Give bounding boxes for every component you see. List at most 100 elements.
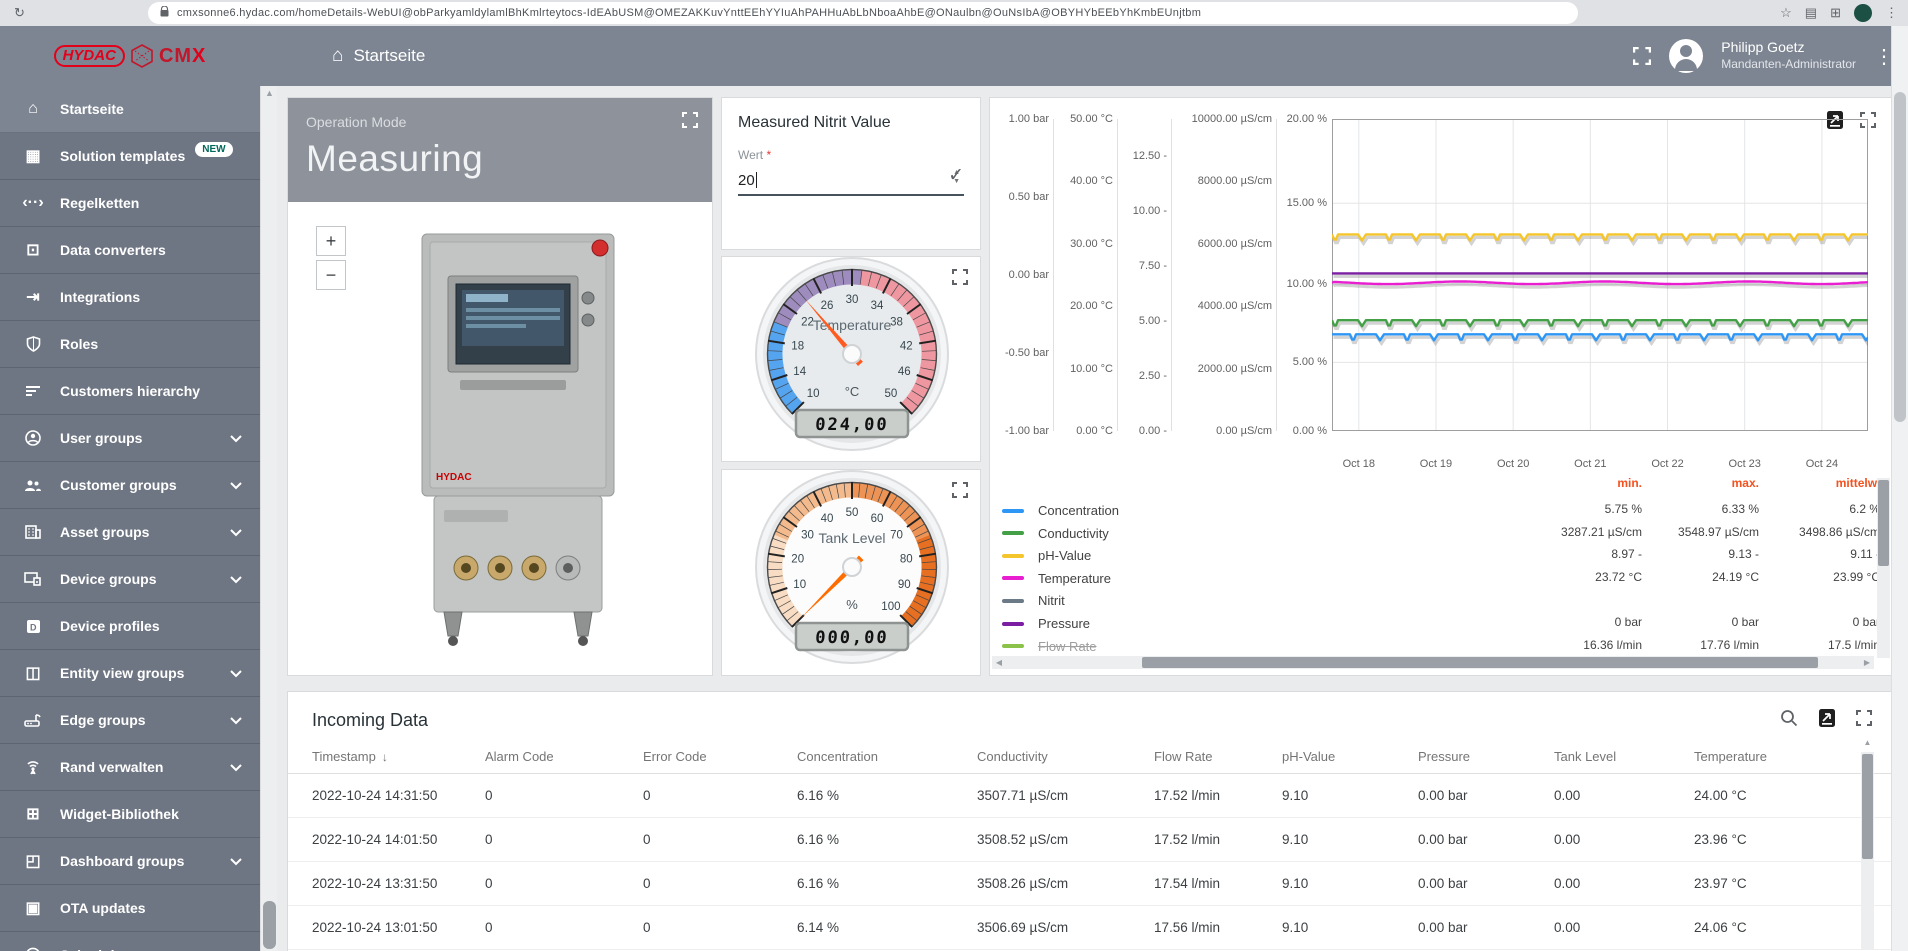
sidebar-item-label: Solution templates: [60, 148, 185, 164]
sidebar-item-device-profiles[interactable]: DDevice profiles: [0, 603, 260, 650]
browser-profile-avatar[interactable]: [1854, 4, 1872, 22]
table-title: Incoming Data: [288, 692, 1892, 731]
column-header-alarm-code[interactable]: Alarm Code: [485, 749, 643, 764]
sidebar-item-customer-groups[interactable]: Customer groups: [0, 462, 260, 509]
column-header-flow-rate[interactable]: Flow Rate: [1154, 749, 1282, 764]
side-panel-icon[interactable]: ▤: [1805, 5, 1817, 21]
axis-line: [1276, 119, 1277, 431]
address-bar[interactable]: cmxsonne6.hydac.com/homeDetails-WebUI@ob…: [148, 2, 1578, 24]
sidebar-item-customers-hierarchy[interactable]: Customers hierarchy: [0, 368, 260, 415]
table-row[interactable]: 2022-10-24 13:01:50006.14 %3506.69 µS/cm…: [288, 906, 1892, 950]
text-caret: [756, 172, 757, 188]
column-header-error-code[interactable]: Error Code: [643, 749, 797, 764]
table-scroll-up[interactable]: ▲: [1861, 738, 1874, 747]
sidebar-item-roles[interactable]: Roles: [0, 321, 260, 368]
gauge-fullscreen-icon[interactable]: [952, 482, 968, 503]
lock-icon: [160, 4, 169, 22]
fullscreen-icon[interactable]: [1633, 47, 1651, 65]
sidebar-item-regelketten[interactable]: ‹··›Regelketten: [0, 180, 260, 227]
home-icon: ⌂: [22, 100, 44, 118]
table-fullscreen-icon[interactable]: [1856, 710, 1872, 731]
legend-scroll-thumb[interactable]: [1878, 480, 1889, 566]
svg-text:42: 42: [900, 340, 913, 352]
column-header-timestamp[interactable]: Timestamp↓: [312, 749, 485, 764]
column-header-concentration[interactable]: Concentration: [797, 749, 977, 764]
legend-item-pressure[interactable]: Pressure: [1002, 616, 1090, 631]
axis-tick-label: 10.00 %: [1287, 278, 1327, 290]
sidebar-item-widget-bibliothek[interactable]: ⊞Widget-Bibliothek: [0, 791, 260, 838]
page-scrollbar[interactable]: [1891, 26, 1908, 951]
scroll-up-arrow[interactable]: ▲: [261, 86, 278, 100]
sidebar-item-entity-view-groups[interactable]: ◫Entity view groups: [0, 650, 260, 697]
table-export-icon[interactable]: [1818, 708, 1836, 733]
scroll-left-arrow[interactable]: ◀: [992, 658, 1006, 667]
sidebar-item-device-groups[interactable]: Device groups: [0, 556, 260, 603]
chart-horizontal-scrollbar[interactable]: ◀ ▶: [992, 656, 1874, 669]
operation-mode-fullscreen-icon[interactable]: [682, 112, 698, 133]
legend-item-conductivity[interactable]: Conductivity: [1002, 526, 1109, 541]
sidebar-item-label: OTA updates: [60, 900, 146, 916]
table-cell: 0: [643, 876, 797, 891]
legend-item-temperature[interactable]: Temperature: [1002, 571, 1111, 586]
table-header-row: Timestamp↓Alarm CodeError CodeConcentrat…: [288, 739, 1892, 774]
legend-item-ph-value[interactable]: pH-Value: [1002, 548, 1091, 563]
url-text: cmxsonne6.hydac.com/homeDetails-WebUI@ob…: [177, 7, 1201, 19]
table-row[interactable]: 2022-10-24 13:31:50006.16 %3508.26 µS/cm…: [288, 862, 1892, 906]
column-header-pressure[interactable]: Pressure: [1418, 749, 1554, 764]
sidebar-item-edge-groups[interactable]: Edge groups: [0, 697, 260, 744]
wert-input[interactable]: 20 ▲▼: [738, 166, 964, 196]
stat-value: 24.19 °C: [1639, 570, 1759, 584]
sidebar-item-data-converters[interactable]: ⊡Data converters: [0, 227, 260, 274]
legend-label: Nitrit: [1038, 593, 1065, 608]
stat-value: 3548.97 µS/cm: [1639, 525, 1759, 539]
sidebar-item-asset-groups[interactable]: Asset groups: [0, 509, 260, 556]
browser-nav-icons[interactable]: ↻: [14, 5, 25, 21]
gauge-fullscreen-icon[interactable]: [952, 269, 968, 290]
table-row[interactable]: 2022-10-24 14:31:50006.16 %3507.71 µS/cm…: [288, 774, 1892, 818]
zoom-in-button[interactable]: +: [316, 226, 346, 256]
sidebar-item-rand-verwalten[interactable]: Rand verwalten: [0, 744, 260, 791]
chart-plot[interactable]: [1332, 119, 1868, 459]
legend-item-concentration[interactable]: Concentration: [1002, 503, 1119, 518]
page-scroll-thumb[interactable]: [1894, 92, 1906, 422]
sidebar-item-solution-templates[interactable]: ▦Solution templatesNEW: [0, 133, 260, 180]
hscroll-thumb[interactable]: [1142, 657, 1818, 668]
svg-text:30: 30: [801, 530, 814, 542]
table-cell: 17.52 l/min: [1154, 788, 1282, 803]
table-cell: 3507.71 µS/cm: [977, 788, 1154, 803]
svg-text:Temperature: Temperature: [813, 317, 892, 333]
extensions-icon[interactable]: ⊞: [1830, 5, 1841, 21]
router-icon: [22, 713, 44, 727]
sidebar-scrollbar[interactable]: ▲: [260, 86, 278, 951]
avatar[interactable]: [1669, 39, 1703, 73]
table-cell: 17.54 l/min: [1154, 876, 1282, 891]
table-cell: 0.00: [1554, 920, 1694, 935]
scroll-right-arrow[interactable]: ▶: [1860, 658, 1874, 667]
stat-value: 9.11 -: [1760, 547, 1880, 561]
column-header-conductivity[interactable]: Conductivity: [977, 749, 1154, 764]
breadcrumb[interactable]: ⌂ Startseite: [332, 45, 425, 67]
legend-item-nitrit[interactable]: Nitrit: [1002, 593, 1065, 608]
legend-label: Conductivity: [1038, 526, 1109, 541]
legend-item-flow-rate[interactable]: Flow Rate: [1002, 639, 1097, 654]
column-header-ph-value[interactable]: pH-Value: [1282, 749, 1418, 764]
browser-menu-icon[interactable]: ⋮: [1885, 5, 1898, 21]
legend-vertical-scrollbar[interactable]: [1877, 478, 1890, 658]
reload-icon[interactable]: ↻: [14, 5, 25, 21]
table-row[interactable]: 2022-10-24 14:01:50006.16 %3508.52 µS/cm…: [288, 818, 1892, 862]
sidebar-item-dashboard-groups[interactable]: ◰Dashboard groups: [0, 838, 260, 885]
sidebar-item-startseite[interactable]: ⌂Startseite: [0, 86, 260, 133]
sidebar-item-integrations[interactable]: ⇥Integrations: [0, 274, 260, 321]
table-vertical-scrollbar[interactable]: ▲: [1861, 752, 1874, 950]
table-cell: 9.10: [1282, 876, 1418, 891]
bookmark-star-icon[interactable]: ☆: [1780, 5, 1792, 21]
sidebar-scroll-thumb[interactable]: [263, 901, 276, 949]
confirm-check-icon[interactable]: ✓: [948, 164, 964, 187]
table-scroll-thumb[interactable]: [1862, 754, 1873, 859]
column-header-tank-level[interactable]: Tank Level: [1554, 749, 1694, 764]
sidebar-item-scheduler[interactable]: Scheduler: [0, 932, 260, 951]
sidebar-item-ota-updates[interactable]: ▣OTA updates: [0, 885, 260, 932]
zoom-out-button[interactable]: −: [316, 260, 346, 290]
sidebar-item-user-groups[interactable]: User groups: [0, 415, 260, 462]
search-icon[interactable]: [1780, 709, 1798, 732]
